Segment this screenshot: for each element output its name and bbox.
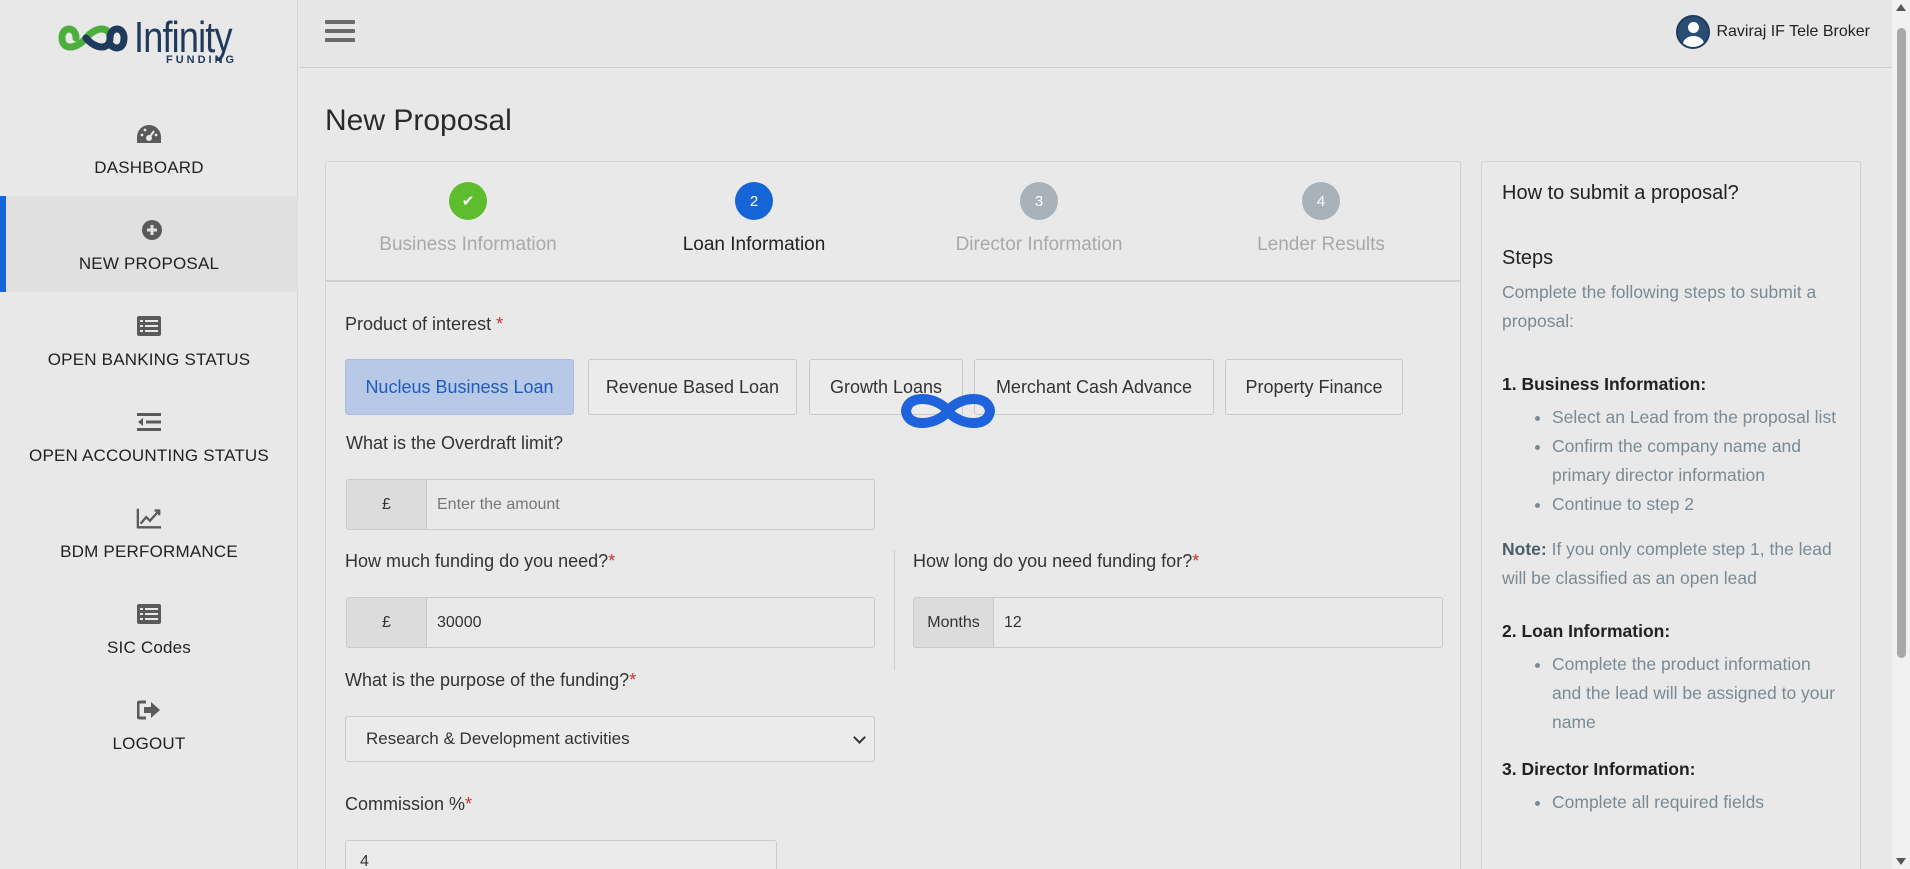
step-label: Lender Results <box>1257 234 1385 255</box>
sidebar-item-logout[interactable]: LOGOUT <box>0 676 298 772</box>
proposal-form-card: ✔ Business Information 2 Loan Informatio… <box>325 161 1461 869</box>
user-name: Raviraj IF Tele Broker <box>1716 23 1870 40</box>
months-prefix: Months <box>914 598 994 647</box>
funding-term-input[interactable] <box>994 598 1442 647</box>
user-menu[interactable]: Raviraj IF Tele Broker <box>1676 15 1870 49</box>
dashboard-gauge-icon <box>136 122 162 146</box>
sidebar-item-new-proposal[interactable]: NEW PROPOSAL <box>0 196 298 292</box>
sidebar-item-label: LOGOUT <box>112 734 186 753</box>
sidebar-item-bdm-performance[interactable]: BDM PERFORMANCE <box>0 484 298 580</box>
help-panel: How to submit a proposal? Steps Complete… <box>1481 161 1861 869</box>
progress-stepper: ✔ Business Information 2 Loan Informatio… <box>326 162 1460 282</box>
funding-term-input-group: Months <box>913 597 1443 648</box>
sidebar: Infinity FUNDING DASHBOARD NEW PROPOSAL … <box>0 0 298 869</box>
list-item: Continue to step 2 <box>1552 490 1840 519</box>
sidebar-item-label: BDM PERFORMANCE <box>60 542 238 561</box>
indent-list-icon <box>136 410 162 434</box>
list-item: Complete the product information and the… <box>1552 650 1840 737</box>
page-scrollbar[interactable] <box>1892 0 1910 869</box>
sign-out-icon <box>136 698 162 722</box>
step-label: Business Information <box>379 234 557 255</box>
step-lender-results[interactable]: 4 Lender Results <box>1191 182 1451 256</box>
step-loan-information[interactable]: 2 Loan Information <box>624 182 884 256</box>
step-label: Loan Information <box>682 234 826 255</box>
help-section-heading: 1. Business Information: <box>1502 374 1707 394</box>
product-property-finance-button[interactable]: Property Finance <box>1225 359 1403 415</box>
commission-input[interactable]: 4 <box>345 840 777 869</box>
help-list: Complete the product information and the… <box>1502 650 1840 737</box>
top-bar: Raviraj IF Tele Broker <box>299 0 1892 68</box>
sidebar-item-open-banking-status[interactable]: OPEN BANKING STATUS <box>0 292 298 388</box>
funding-amount-input[interactable] <box>427 598 874 647</box>
help-section-heading: 2. Loan Information: <box>1502 621 1671 641</box>
select-value: Research & Development activities <box>366 729 630 748</box>
step-business-information[interactable]: ✔ Business Information <box>338 182 598 256</box>
product-nucleus-business-loan-button[interactable]: Nucleus Business Loan <box>345 359 574 415</box>
funding-term-label: How long do you need funding for?* <box>913 551 1200 571</box>
sidebar-item-open-accounting-status[interactable]: OPEN ACCOUNTING STATUS <box>0 388 298 484</box>
loading-spinner-icon <box>898 383 998 444</box>
check-icon: ✔ <box>449 182 487 220</box>
funding-amount-label: How much funding do you need?* <box>345 551 616 571</box>
list-card-icon <box>136 602 162 626</box>
sidebar-item-label: DASHBOARD <box>94 158 204 177</box>
scroll-down-arrow-icon[interactable] <box>1896 858 1906 865</box>
product-merchant-cash-advance-button[interactable]: Merchant Cash Advance <box>974 359 1214 415</box>
product-revenue-based-loan-button[interactable]: Revenue Based Loan <box>588 359 797 415</box>
help-section-heading: 3. Director Information: <box>1502 759 1696 779</box>
sidebar-item-label: SIC Codes <box>106 638 191 657</box>
funding-purpose-select[interactable]: Research & Development activities <box>345 716 875 762</box>
product-of-interest-label: Product of interest * <box>345 314 504 334</box>
help-title: How to submit a proposal? <box>1502 182 1739 204</box>
scroll-thumb[interactable] <box>1897 28 1906 658</box>
plus-circle-icon <box>139 218 165 242</box>
help-note: Note: If you only complete step 1, the l… <box>1502 539 1832 588</box>
overdraft-input-group: £ <box>346 479 875 530</box>
funding-purpose-label: What is the purpose of the funding?* <box>345 670 637 690</box>
list-item: Confirm the company name and primary dir… <box>1552 432 1840 490</box>
column-divider <box>894 550 895 670</box>
list-card-icon <box>136 314 162 338</box>
help-list: Complete all required fields <box>1502 788 1840 817</box>
infinity-logo-icon <box>58 25 128 52</box>
commission-label: Commission %* <box>345 794 473 814</box>
chevron-down-icon <box>853 731 866 744</box>
sidebar-item-label: OPEN BANKING STATUS <box>47 350 251 369</box>
list-item: Complete all required fields <box>1552 788 1840 817</box>
help-list: Select an Lead from the proposal list Co… <box>1502 403 1840 519</box>
overdraft-input[interactable] <box>427 480 874 529</box>
funding-amount-input-group: £ <box>346 597 875 648</box>
list-item: Select an Lead from the proposal list <box>1552 403 1840 432</box>
help-intro: Complete the following steps to submit a… <box>1502 282 1817 331</box>
step-label: Director Information <box>955 234 1123 255</box>
page-title: New Proposal <box>325 104 512 137</box>
sidebar-item-label: OPEN ACCOUNTING STATUS <box>29 446 269 465</box>
step-number: 2 <box>735 182 773 220</box>
sidebar-item-sic-codes[interactable]: SIC Codes <box>0 580 298 676</box>
brand-sub: FUNDING <box>166 54 238 66</box>
line-chart-icon <box>136 506 162 530</box>
sidebar-item-label: NEW PROPOSAL <box>78 254 220 273</box>
step-number: 4 <box>1302 182 1340 220</box>
currency-prefix: £ <box>347 480 427 529</box>
sidebar-item-dashboard[interactable]: DASHBOARD <box>0 100 298 196</box>
infinity-funding-logo[interactable]: Infinity FUNDING <box>58 12 243 68</box>
help-steps-heading: Steps <box>1502 247 1554 269</box>
scroll-up-arrow-icon[interactable] <box>1896 4 1906 11</box>
currency-prefix: £ <box>347 598 427 647</box>
avatar <box>1676 15 1711 49</box>
step-number: 3 <box>1020 182 1058 220</box>
step-director-information[interactable]: 3 Director Information <box>909 182 1169 256</box>
overdraft-label: What is the Overdraft limit? <box>346 433 564 453</box>
hamburger-menu-icon[interactable] <box>325 20 355 46</box>
